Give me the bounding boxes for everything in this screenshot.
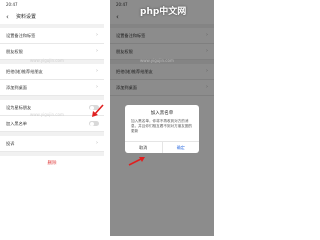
status-bar: 20:47 <box>0 0 104 10</box>
watermark-url: www.yigujin.com <box>140 58 174 63</box>
watermark-logo: php中文网 <box>140 7 187 17</box>
settings-item-blacklist: 加入黑名单 <box>0 116 104 132</box>
chevron-left-icon[interactable]: ‹ <box>6 13 9 21</box>
settings-item-recommend[interactable]: 把他(她)推荐给朋友 › <box>0 64 104 80</box>
chevron-right-icon: › <box>96 84 98 90</box>
settings-item-label: 设为星标朋友 <box>6 105 32 110</box>
blacklist-dialog: 加入黑名单 加入黑名单，你将不再收到对方的消息，并且你们相互看不到对方朋友圈的更… <box>125 105 199 153</box>
top-bar: ‹ 资料设置 <box>0 10 104 24</box>
settings-item-label: 朋友权限 <box>6 49 23 54</box>
page-title: 资料设置 <box>16 14 37 20</box>
pointer-arrow-icon <box>128 157 145 166</box>
settings-item-label: 添加到桌面 <box>6 85 27 90</box>
dialog-screen: 20:47 ‹ 设置备注和标签 › 朋友权限 › 把他(她)推荐给朋友 › 添加… <box>110 0 214 236</box>
dialog-buttons: 取消 确定 <box>125 141 199 153</box>
settings-list: 设置备注和标签 › 朋友权限 › 把他(她)推荐给朋友 › 添加到桌面 › 设为… <box>0 28 104 171</box>
dialog-message: 加入黑名单，你将不再收到对方的消息，并且你们相互看不到对方朋友圈的更新 <box>131 119 193 133</box>
settings-item-remark[interactable]: 设置备注和标签 › <box>0 28 104 44</box>
confirm-button[interactable]: 确定 <box>161 142 200 153</box>
watermark-url: www.yigujin.com <box>30 58 64 63</box>
chevron-right-icon: › <box>96 140 98 146</box>
settings-screen: 20:47 ‹ 资料设置 设置备注和标签 › 朋友权限 › 把他(她)推荐给朋友… <box>0 0 104 236</box>
chevron-right-icon: › <box>96 48 98 54</box>
settings-item-label: 设置备注和标签 <box>6 33 36 38</box>
status-time: 20:47 <box>6 2 18 7</box>
blacklist-toggle[interactable] <box>89 121 99 126</box>
settings-item-report[interactable]: 投诉 › <box>0 136 104 152</box>
chevron-right-icon: › <box>96 68 98 74</box>
settings-item-label: 把他(她)推荐给朋友 <box>6 69 43 74</box>
settings-item-label: 加入黑名单 <box>6 121 27 126</box>
settings-item-label: 投诉 <box>6 141 15 146</box>
cancel-button[interactable]: 取消 <box>125 142 162 153</box>
settings-item-add-desktop[interactable]: 添加到桌面 › <box>0 80 104 96</box>
delete-button[interactable]: 删除 <box>0 156 104 171</box>
chevron-right-icon: › <box>96 32 98 38</box>
watermark-url: www.yigujin.com <box>30 112 64 117</box>
pointer-arrow-icon <box>92 104 104 117</box>
